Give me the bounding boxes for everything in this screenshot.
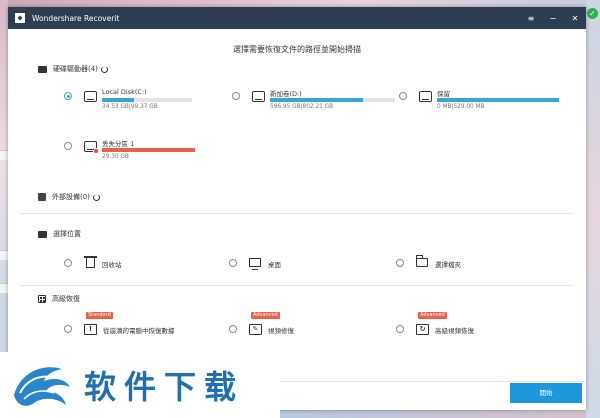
watermark-text: 软件下载: [84, 368, 245, 406]
advanced-radio[interactable]: [229, 325, 237, 333]
drive-icon: [252, 91, 265, 102]
drive-usage-fill: [437, 98, 559, 102]
advanced-item-video-repair[interactable]: ✎ Advanced 視頻修復: [229, 312, 294, 335]
drive-radio[interactable]: [64, 142, 72, 150]
dragon-logo-icon: [14, 367, 70, 406]
app-logo-icon: [15, 13, 25, 23]
hard-drives-section: 硬碟驅動器(4) Local Disk(C:) 34.53 GB|99.37 G…: [22, 63, 572, 183]
folder-icon: [415, 255, 428, 267]
background-window-fragment: [0, 150, 8, 160]
advanced-header: 高級恢復: [22, 293, 80, 305]
edition-tag: Advanced: [251, 312, 280, 319]
drive-name: 丢失分區 1: [102, 140, 135, 148]
advanced-item-crash-recovery[interactable]: ! Standard 從崩潰的電腦中恢復數據: [64, 312, 175, 335]
advanced-radio[interactable]: [64, 325, 72, 333]
lost-partition-icon: [84, 141, 99, 154]
drive-usage-bar: [102, 148, 195, 152]
video-repair-icon: ✎: [249, 324, 262, 335]
section-divider: [20, 285, 574, 286]
minimize-button[interactable]: −: [542, 14, 564, 23]
drive-usage-fill: [102, 148, 195, 152]
location-item-desktop[interactable]: 桌面: [229, 255, 281, 270]
drive-usage-bar: [270, 98, 395, 102]
drive-radio[interactable]: [232, 92, 240, 100]
advanced-label: 從崩潰的電腦中恢復數據: [103, 327, 175, 335]
drive-name: 新加卷(D:): [270, 90, 302, 98]
drive-size: 34.53 GB|99.37 GB: [102, 104, 158, 110]
close-button[interactable]: ✕: [564, 14, 586, 23]
external-devices-header: 外部設備(0): [22, 191, 100, 203]
drive-usage-fill: [270, 98, 363, 102]
hard-drive-icon: [38, 65, 47, 73]
location-item-folder[interactable]: 選擇檔夾: [396, 255, 461, 269]
drive-radio[interactable]: [399, 92, 407, 100]
refresh-icon[interactable]: [92, 193, 100, 201]
folder-section-icon: [38, 230, 47, 238]
section-divider: [20, 213, 574, 214]
drive-size: 596.95 GB|802.21 GB: [270, 104, 334, 110]
drive-size: 29.30 GB: [102, 154, 129, 160]
watermark: 软件下载: [0, 352, 280, 418]
alert-badge-icon: [93, 148, 99, 154]
usb-icon: [38, 193, 46, 201]
edition-tag: Advanced: [418, 312, 447, 319]
location-header: 選擇位置: [22, 228, 81, 240]
section-title: 高級恢復: [52, 295, 80, 303]
trash-icon: [84, 256, 97, 268]
section-title: 外部設備(0): [52, 193, 90, 201]
green-check-icon: ✓: [587, 8, 598, 19]
location-radio[interactable]: [396, 259, 404, 267]
drive-usage-bar: [102, 98, 192, 102]
drive-name: Local Disk(C:): [102, 88, 147, 96]
location-radio[interactable]: [64, 259, 72, 267]
advanced-label: 視頻修復: [268, 327, 294, 335]
advanced-radio[interactable]: [396, 325, 404, 333]
location-label: 桌面: [268, 261, 281, 269]
location-label: 選擇檔夾: [435, 261, 461, 269]
app-window: Wondershare Recoverit ≡ − ✕ 選擇需要恢復文件的路徑並…: [8, 7, 586, 410]
start-button[interactable]: 開始: [510, 383, 582, 403]
location-label: 回收站: [102, 261, 122, 269]
drive-usage-fill: [102, 98, 134, 102]
location-radio[interactable]: [229, 259, 237, 267]
drive-item-lost[interactable]: 丢失分區 1 29.30 GB: [64, 138, 195, 160]
location-item-recycle-bin[interactable]: 回收站: [64, 255, 122, 269]
video-recovery-icon: ↻: [416, 324, 429, 335]
drive-icon: [419, 91, 432, 102]
title-bar: Wondershare Recoverit ≡ − ✕: [8, 7, 586, 29]
refresh-icon[interactable]: [100, 65, 108, 73]
drive-radio[interactable]: [64, 92, 72, 100]
page-title: 選擇需要恢復文件的路徑並開始掃描: [233, 45, 361, 54]
advanced-item-video-recovery[interactable]: ↻ Advanced 高級視頻恢復: [396, 312, 474, 335]
menu-button[interactable]: ≡: [520, 14, 542, 23]
drive-usage-bar: [437, 98, 559, 102]
drive-size: 0 MB|529.00 MB: [437, 104, 485, 110]
grid-icon: [38, 295, 46, 303]
drive-item-c[interactable]: Local Disk(C:) 34.53 GB|99.37 GB: [64, 88, 192, 110]
section-header: 硬碟驅動器(4): [22, 63, 108, 75]
drive-name: 保留: [437, 90, 450, 98]
drive-icon: [84, 91, 97, 102]
background-window-fragment: [0, 283, 8, 293]
desktop-icon: [249, 258, 261, 270]
drive-item-d[interactable]: 新加卷(D:) 596.95 GB|802.21 GB: [232, 88, 395, 110]
section-title: 選擇位置: [53, 230, 81, 238]
edition-tag: Standard: [86, 312, 113, 319]
background-window-fragment: [0, 250, 8, 260]
drive-item-reserved[interactable]: 保留 0 MB|529.00 MB: [399, 88, 559, 110]
desktop-background-right: ✓: [586, 0, 600, 418]
window-title: Wondershare Recoverit: [32, 13, 120, 23]
advanced-label: 高級視頻恢復: [435, 327, 474, 335]
crash-computer-icon: !: [84, 324, 97, 335]
section-title: 硬碟驅動器(4): [53, 65, 98, 73]
